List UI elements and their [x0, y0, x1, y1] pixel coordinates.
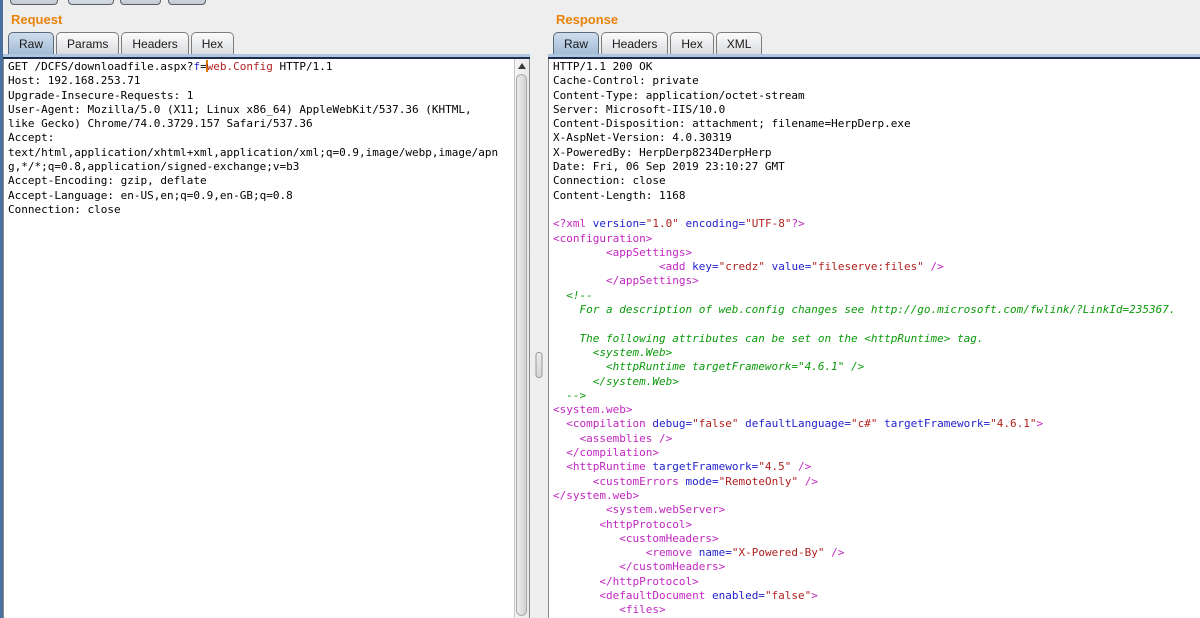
code-line: </compilation> — [553, 446, 1198, 460]
code-line — [553, 203, 1198, 217]
code-line: GET /DCFS/downloadfile.aspx?f=web.Config… — [8, 60, 527, 74]
code-line: </system.web> — [553, 489, 1198, 503]
code-line: Upgrade-Insecure-Requests: 1 — [8, 89, 527, 103]
request-vertical-scrollbar[interactable] — [514, 59, 529, 618]
tab-raw[interactable]: Raw — [8, 32, 54, 54]
code-line: g,*/*;q=0.8,application/signed-exchange;… — [8, 160, 527, 174]
toolbar-button-4[interactable] — [168, 0, 206, 5]
code-line: like Gecko) Chrome/74.0.3729.157 Safari/… — [8, 117, 527, 131]
code-line: <system.Web> — [553, 346, 1198, 360]
code-line: For a description of web.config changes … — [553, 303, 1198, 317]
code-line: <!-- — [553, 289, 1198, 303]
response-tab-bar: RawHeadersHexXML — [553, 32, 1200, 54]
tab-headers[interactable]: Headers — [601, 32, 668, 54]
code-line: <customErrors mode="RemoteOnly" /> — [553, 475, 1198, 489]
code-line: Connection: close — [553, 174, 1198, 188]
code-line: X-PoweredBy: HerpDerp8234DerpHerp — [553, 146, 1198, 160]
code-line: <customHeaders> — [553, 532, 1198, 546]
code-line: <httpRuntime targetFramework="4.6.1" /> — [553, 360, 1198, 374]
code-line: <assemblies /> — [553, 432, 1198, 446]
code-line: Content-Disposition: attachment; filenam… — [553, 117, 1198, 131]
code-line: text/html,application/xhtml+xml,applicat… — [8, 146, 527, 160]
code-line: HTTP/1.1 200 OK — [553, 60, 1198, 74]
message-editor-window: Request RawParamsHeadersHex GET /DCFS/do… — [0, 0, 1200, 618]
response-code: HTTP/1.1 200 OKCache-Control: privateCon… — [549, 59, 1200, 618]
scrollbar-thumb[interactable] — [516, 74, 527, 616]
tab-params[interactable]: Params — [56, 32, 119, 54]
tab-xml[interactable]: XML — [716, 32, 763, 54]
code-line: X-AspNet-Version: 4.0.30319 — [553, 131, 1198, 145]
code-line: Content-Length: 1168 — [553, 189, 1198, 203]
toolbar-button-2[interactable] — [68, 0, 114, 5]
tab-headers[interactable]: Headers — [121, 32, 188, 54]
code-line: <?xml version="1.0" encoding="UTF-8"?> — [553, 217, 1198, 231]
code-line: <system.webServer> — [553, 503, 1198, 517]
scrollbar-up-arrow-icon[interactable] — [515, 59, 529, 73]
code-line — [553, 317, 1198, 331]
code-line: </httpProtocol> — [553, 575, 1198, 589]
request-code: GET /DCFS/downloadfile.aspx?f=web.Config… — [4, 59, 529, 217]
tab-raw[interactable]: Raw — [553, 32, 599, 54]
code-line: Server: Microsoft-IIS/10.0 — [553, 103, 1198, 117]
code-line: Cache-Control: private — [553, 74, 1198, 88]
code-line: </system.Web> — [553, 375, 1198, 389]
toolbar-button-1[interactable] — [10, 0, 58, 5]
code-line: <appSettings> — [553, 246, 1198, 260]
response-panel-title: Response — [556, 12, 1200, 27]
code-line: <httpProtocol> — [553, 518, 1198, 532]
code-line: User-Agent: Mozilla/5.0 (X11; Linux x86_… — [8, 103, 527, 117]
code-line: Content-Type: application/octet-stream — [553, 89, 1198, 103]
code-line: <remove name="X-Powered-By" /> — [553, 546, 1198, 560]
code-line: Accept-Language: en-US,en;q=0.9,en-GB;q=… — [8, 189, 527, 203]
splitter-grip[interactable] — [536, 352, 543, 378]
code-line: <httpRuntime targetFramework="4.5" /> — [553, 460, 1198, 474]
code-line: --> — [553, 389, 1198, 403]
tab-hex[interactable]: Hex — [670, 32, 713, 54]
request-response-split: Request RawParamsHeadersHex GET /DCFS/do… — [3, 0, 1200, 618]
code-line: Accept: — [8, 131, 527, 145]
request-editor[interactable]: GET /DCFS/downloadfile.aspx?f=web.Config… — [3, 59, 530, 618]
code-line: </customHeaders> — [553, 560, 1198, 574]
code-line: Host: 192.168.253.71 — [8, 74, 527, 88]
code-line: <defaultDocument enabled="false"> — [553, 589, 1198, 603]
pane-splitter — [530, 0, 548, 618]
request-pane: Request RawParamsHeadersHex GET /DCFS/do… — [3, 0, 530, 618]
code-line: <add key="credz" value="fileserve:files"… — [553, 260, 1198, 274]
code-line: <compilation debug="false" defaultLangua… — [553, 417, 1198, 431]
code-line: <system.web> — [553, 403, 1198, 417]
response-editor[interactable]: HTTP/1.1 200 OKCache-Control: privateCon… — [548, 59, 1200, 618]
code-line: Connection: close — [8, 203, 527, 217]
tab-hex[interactable]: Hex — [191, 32, 234, 54]
response-pane: Response RawHeadersHexXML HTTP/1.1 200 O… — [548, 0, 1200, 618]
code-line: </appSettings> — [553, 274, 1198, 288]
code-line: Accept-Encoding: gzip, deflate — [8, 174, 527, 188]
request-tab-bar: RawParamsHeadersHex — [8, 32, 530, 54]
toolbar-button-3[interactable] — [120, 0, 161, 5]
request-panel-title: Request — [11, 12, 530, 27]
code-line: <files> — [553, 603, 1198, 617]
code-line: Date: Fri, 06 Sep 2019 23:10:27 GMT — [553, 160, 1198, 174]
code-line: <configuration> — [553, 232, 1198, 246]
code-line: The following attributes can be set on t… — [553, 332, 1198, 346]
